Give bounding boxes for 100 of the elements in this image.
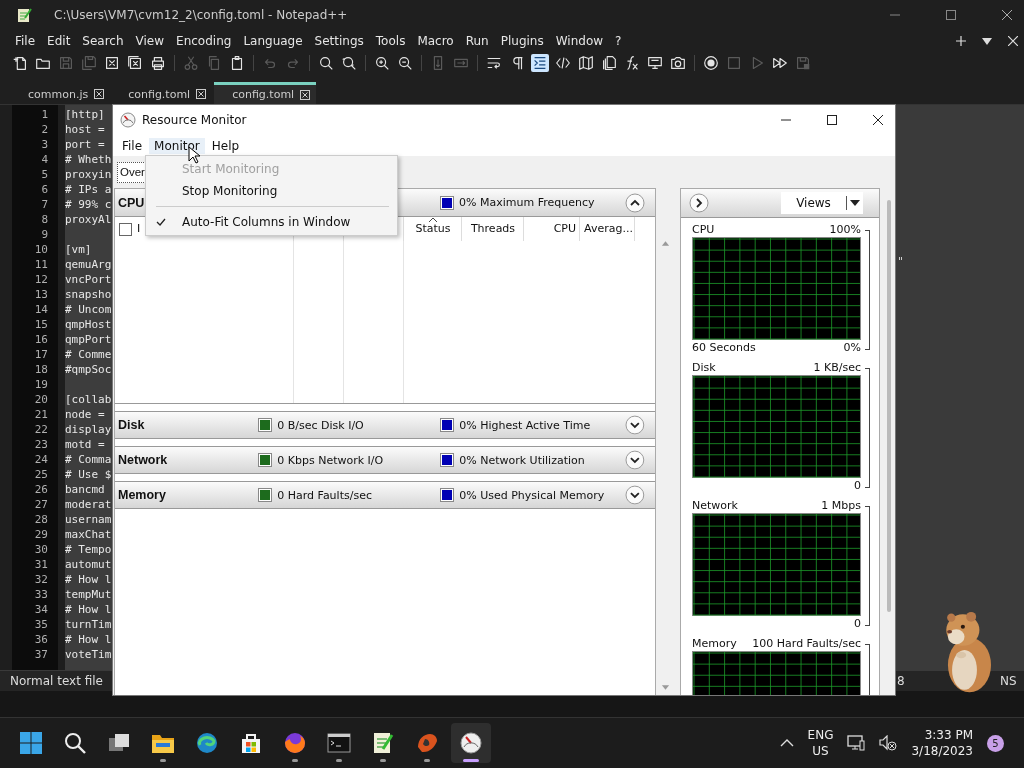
code-line: automut <box>65 558 112 571</box>
line-number: 24 <box>33 452 49 467</box>
line-number: 12 <box>33 272 49 287</box>
scale-label: 0% <box>843 340 861 355</box>
line-number: 22 <box>33 422 49 437</box>
code-line: [vm] <box>65 243 92 256</box>
line-number: 18 <box>33 362 49 377</box>
code-line: qmpPort <box>65 333 112 346</box>
line-number: 32 <box>33 572 49 587</box>
graph-title: Network <box>692 498 738 513</box>
menu-item[interactable]: Monitor <box>149 137 205 154</box>
section-header[interactable]: Network 0 Kbps Network I/O 0% Network Utilization <box>115 446 655 474</box>
window-title: C:\Users\VM7\cvm12_2\config.toml - Notepad++ <box>54 8 348 22</box>
menu-item[interactable]: Macro <box>411 34 460 48</box>
file-tab[interactable]: config.toml <box>120 84 213 104</box>
line-number: 15 <box>33 317 49 332</box>
code-line: usernam <box>65 513 112 526</box>
line-number: 6 <box>40 182 49 197</box>
status-text: NS <box>1000 674 1018 689</box>
scale-label: 1 Mbps <box>821 498 861 513</box>
section-header[interactable]: Memory 0 Hard Faults/sec 0% Used Physical Memory <box>115 481 655 509</box>
notification-badge[interactable]: 5 <box>987 734 1004 752</box>
column-header[interactable]: Averag... <box>584 222 631 235</box>
clock-date[interactable]: 3/18/2023 <box>911 743 973 760</box>
file-tab[interactable]: config.toml <box>214 82 317 104</box>
code-line: # Tempo <box>65 543 112 556</box>
line-number: 11 <box>33 257 49 272</box>
section-title: Network <box>118 453 169 467</box>
line-number: 3 <box>40 137 49 152</box>
section-title: CPU <box>118 195 146 210</box>
menu-item[interactable]: Help <box>206 137 245 154</box>
code-line: proxyin <box>65 168 112 181</box>
time-span-label: 60 Seconds <box>692 340 756 355</box>
column-header[interactable]: CPU <box>528 222 576 235</box>
code-line: [collab <box>65 393 112 406</box>
menu-item[interactable]: File <box>117 137 148 154</box>
graph-title: CPU <box>692 222 715 237</box>
line-number: 4 <box>40 152 49 167</box>
code-line: # Use $ <box>65 468 112 481</box>
file-tab[interactable]: common.js <box>20 84 111 104</box>
window-title: Resource Monitor <box>142 113 247 127</box>
code-line: # Uncom <box>65 303 112 316</box>
code-line: turnTim <box>65 618 112 631</box>
graph-title: Disk <box>692 360 716 375</box>
code-line: proxyAl <box>65 213 112 226</box>
metric-text: 0% Maximum Frequency <box>459 196 595 209</box>
column-header[interactable]: Threads <box>466 222 520 235</box>
line-number: 33 <box>33 587 49 602</box>
metric-text: 0% Used Physical Memory <box>459 488 605 502</box>
line-number: 14 <box>33 302 49 317</box>
line-number: 26 <box>33 482 49 497</box>
line-number: 30 <box>33 542 49 557</box>
menu-item[interactable]: File <box>9 34 42 48</box>
line-number: 5 <box>40 167 49 182</box>
menu-item[interactable]: Encoding <box>170 34 238 48</box>
status-text: Normal text file <box>10 674 103 689</box>
section-header[interactable]: Disk 0 B/sec Disk I/O 0% Highest Active Time <box>115 411 655 439</box>
line-number: 28 <box>33 512 49 527</box>
section-title: Memory <box>118 488 167 502</box>
menu-item[interactable]: Auto-Fit Columns in Window <box>146 211 397 233</box>
line-number: 36 <box>33 632 49 647</box>
menu-item[interactable]: Plugins <box>494 34 550 48</box>
menu-item[interactable]: Settings <box>308 34 370 48</box>
code-line: snapsho <box>65 288 112 301</box>
line-number: 25 <box>33 467 49 482</box>
language-text[interactable]: ENG <box>807 727 834 744</box>
column-header[interactable]: Status <box>408 222 458 235</box>
menu-item[interactable]: Stop Monitoring <box>146 180 397 202</box>
code-line: maxChat <box>65 528 112 541</box>
line-number: 7 <box>40 197 49 212</box>
scale-label: 1 KB/sec <box>813 360 861 375</box>
metric-text: 0 B/sec Disk I/O <box>277 418 364 432</box>
views-dropdown[interactable]: Views <box>781 192 863 214</box>
menu-item[interactable]: View <box>129 34 171 48</box>
code-line: motd = <box>65 438 105 451</box>
line-number: 17 <box>33 347 49 362</box>
line-number: 29 <box>33 527 49 542</box>
menu-item[interactable]: Tools <box>369 34 412 48</box>
region-text[interactable]: US <box>812 743 829 760</box>
code-line: # 99% c <box>65 198 112 211</box>
metric-text: 0% Highest Active Time <box>459 418 591 432</box>
graph-title: Memory <box>692 636 737 651</box>
menu-item[interactable]: Edit <box>41 34 77 48</box>
code-line: qmpHost <box>65 318 112 331</box>
line-number: 20 <box>33 392 49 407</box>
code-line: # Comma <box>65 453 112 466</box>
code-line: # Comme <box>65 348 112 361</box>
line-number: 16 <box>33 332 49 347</box>
line-number: 19 <box>33 377 49 392</box>
scale-label: 100% <box>829 222 861 237</box>
clock-time[interactable]: 3:33 PM <box>924 727 973 744</box>
code-line: display <box>65 423 112 436</box>
menu-item[interactable]: Search <box>76 34 130 48</box>
menu-item[interactable]: ? <box>609 34 628 48</box>
line-number: 8 <box>40 212 49 227</box>
line-number: 37 <box>33 647 49 662</box>
status-text: 8 <box>897 674 906 689</box>
menu-item[interactable]: Run <box>459 34 495 48</box>
menu-item[interactable]: Window <box>549 34 610 48</box>
menu-item[interactable]: Language <box>237 34 309 48</box>
